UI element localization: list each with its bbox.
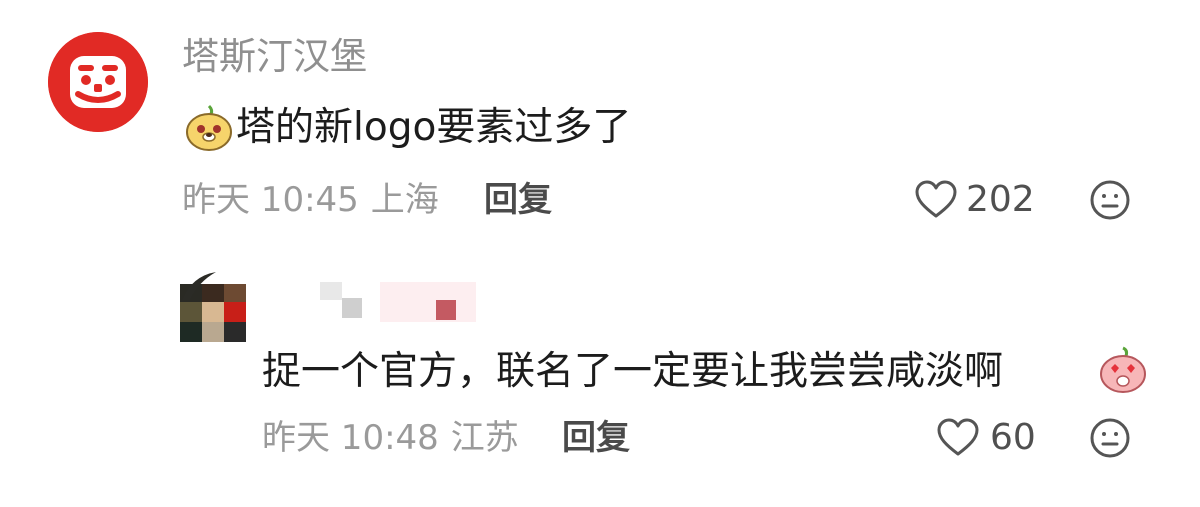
avatar[interactable] (180, 272, 246, 342)
comment-text: 塔的新logo要素过多了 (236, 105, 632, 150)
username[interactable]: 塔斯汀汉堡 (182, 32, 367, 82)
comment-text: 捉一个官方，联名了一定要让我尝尝咸淡啊 (262, 349, 1004, 394)
like-button[interactable]: 60 (936, 416, 1036, 460)
like-button[interactable]: 202 (914, 178, 1035, 222)
comment-time: 昨天 10:45 (182, 180, 359, 220)
dislike-button[interactable] (1088, 178, 1132, 222)
comment-meta: 昨天 10:45 上海 (182, 178, 439, 222)
reply-item: 捉一个官方，联名了一定要让我尝尝咸淡啊 昨天 10:48 江苏 回复 60 (0, 250, 1200, 507)
avatar[interactable] (48, 32, 148, 132)
heart-icon (915, 180, 957, 218)
comment-meta: 昨天 10:48 江苏 (262, 416, 519, 460)
peach-heart-eyes-emoji-icon (1098, 344, 1148, 394)
like-count: 202 (966, 179, 1035, 220)
reply-button[interactable]: 回复 (484, 178, 552, 222)
comment-body: 捉一个官方，联名了一定要让我尝尝咸淡啊 (262, 346, 1003, 398)
like-count: 60 (990, 417, 1036, 458)
tastien-logo-icon (48, 32, 148, 132)
neutral-face-icon (1090, 180, 1130, 220)
reply-button[interactable]: 回复 (562, 416, 630, 460)
comment-location: 上海 (370, 180, 439, 220)
comment-time: 昨天 10:48 (262, 418, 439, 458)
neutral-face-icon (1090, 418, 1130, 458)
dislike-button[interactable] (1088, 416, 1132, 460)
heart-icon (937, 418, 979, 456)
pear-dog-emoji-icon (184, 104, 234, 152)
comment-item: 塔斯汀汉堡 塔的新logo要素过多了 昨天 10:45 上海 回复 202 (0, 0, 1200, 250)
comment-location: 江苏 (450, 418, 519, 458)
username[interactable] (320, 282, 480, 322)
